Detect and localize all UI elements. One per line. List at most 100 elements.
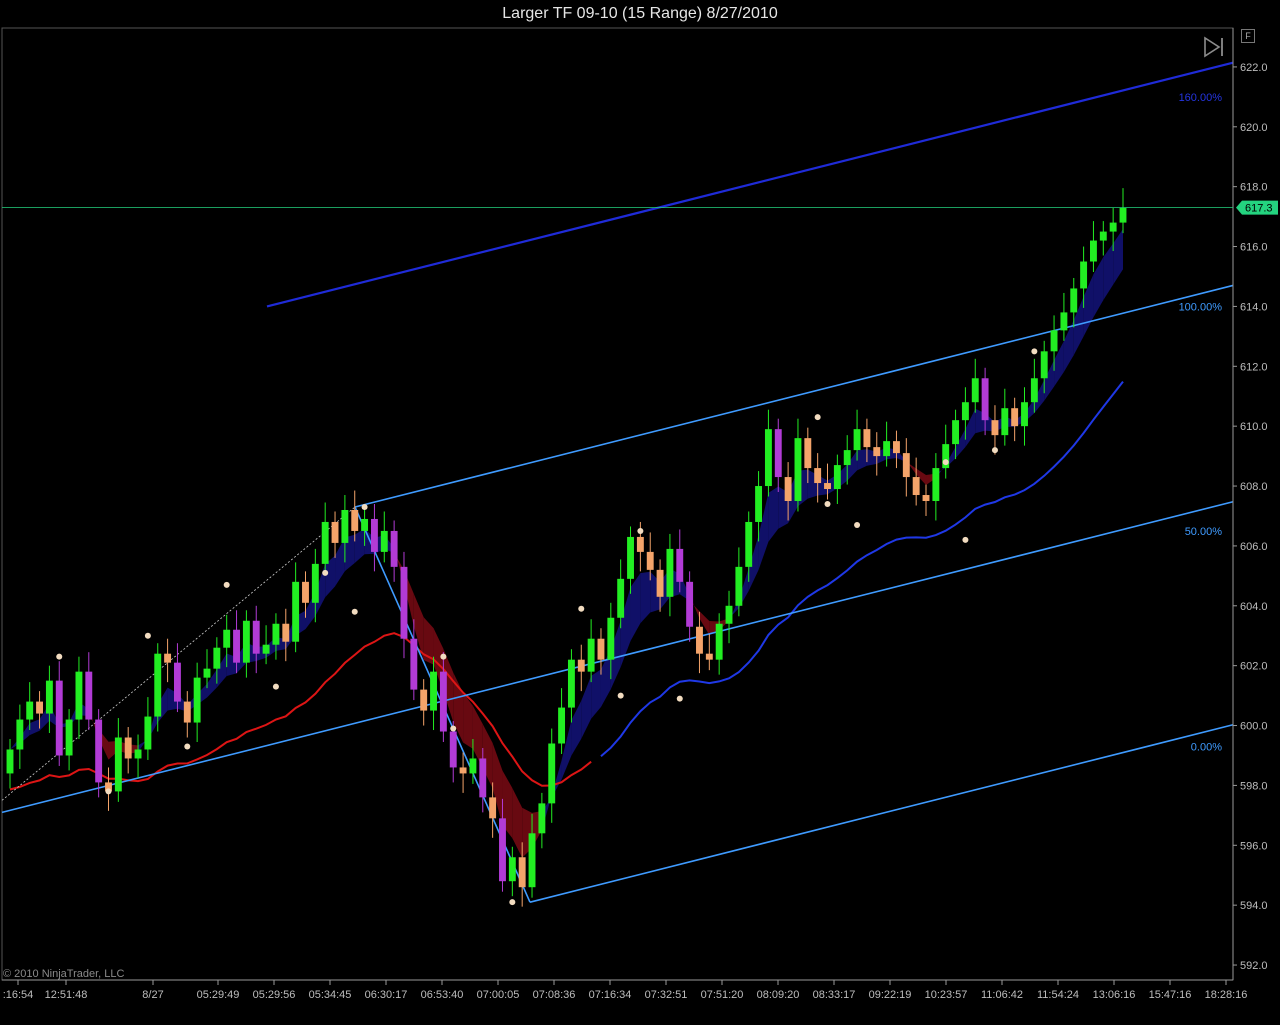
- candle-body: [912, 477, 920, 496]
- pivot-dots: [56, 348, 1038, 906]
- candle-body: [341, 509, 349, 543]
- candle[interactable]: [272, 613, 280, 660]
- candle-body: [518, 857, 526, 888]
- candle-body: [439, 671, 447, 732]
- candle-body: [1040, 351, 1048, 379]
- channel-0-line[interactable]: [529, 724, 1234, 903]
- candle[interactable]: [833, 454, 841, 504]
- pivot-dot: [578, 605, 585, 612]
- candle[interactable]: [164, 638, 172, 683]
- candle[interactable]: [1099, 221, 1107, 256]
- candle-body: [1070, 288, 1078, 313]
- x-tick-label: 06:53:40: [421, 989, 464, 1001]
- candle[interactable]: [932, 453, 940, 521]
- candle[interactable]: [242, 610, 250, 678]
- x-tick-label: 15:47:16: [1149, 989, 1192, 1001]
- candle[interactable]: [942, 424, 950, 479]
- candle[interactable]: [686, 571, 694, 642]
- price-chart[interactable]: 622.0 620.0 618.0 616.0 614.0 612.0 610.0 608.0…: [0, 0, 1280, 1025]
- candle[interactable]: [420, 679, 428, 726]
- candle-body: [6, 749, 14, 774]
- candle[interactable]: [400, 551, 408, 659]
- candle[interactable]: [538, 792, 546, 849]
- channel-100-line[interactable]: [354, 284, 1234, 508]
- candle[interactable]: [85, 652, 93, 731]
- candle[interactable]: [95, 709, 103, 798]
- y-tick-label: 622.0: [1240, 62, 1268, 74]
- candle[interactable]: [508, 846, 516, 897]
- channel-160-line[interactable]: [266, 61, 1234, 308]
- skip-forward-icon[interactable]: [1202, 36, 1226, 58]
- candle[interactable]: [774, 418, 782, 493]
- candle[interactable]: [16, 704, 24, 769]
- candle[interactable]: [666, 533, 674, 617]
- candle[interactable]: [124, 727, 132, 774]
- ribbon-segment: [335, 537, 345, 587]
- candle[interactable]: [922, 484, 930, 516]
- candle-body: [1080, 261, 1088, 289]
- y-tick-label: 598.0: [1240, 780, 1268, 792]
- candle-body: [1030, 378, 1038, 403]
- candle[interactable]: [55, 661, 63, 766]
- candle[interactable]: [873, 432, 881, 476]
- candle[interactable]: [1060, 292, 1068, 341]
- candle[interactable]: [587, 619, 595, 683]
- candle[interactable]: [331, 511, 339, 558]
- candle-body: [203, 668, 211, 678]
- candle[interactable]: [705, 634, 713, 671]
- candle[interactable]: [183, 691, 191, 738]
- candle[interactable]: [548, 728, 556, 823]
- candle-body: [1060, 312, 1068, 331]
- candle-body: [302, 581, 309, 603]
- candle[interactable]: [764, 409, 772, 497]
- pivot-dot: [440, 653, 447, 660]
- candle[interactable]: [893, 430, 900, 469]
- x-tick-label: 08:33:17: [813, 989, 856, 1001]
- candle[interactable]: [321, 502, 329, 575]
- candle[interactable]: [114, 718, 122, 802]
- candle[interactable]: [459, 752, 467, 793]
- candle[interactable]: [971, 358, 979, 413]
- candle[interactable]: [567, 649, 575, 723]
- candle[interactable]: [794, 418, 802, 512]
- candle[interactable]: [1021, 387, 1028, 446]
- candle-body: [567, 659, 575, 708]
- candle[interactable]: [627, 526, 634, 594]
- candle[interactable]: [6, 739, 14, 789]
- candle[interactable]: [134, 734, 142, 778]
- candle[interactable]: [75, 656, 83, 740]
- candle[interactable]: [370, 504, 378, 572]
- candle[interactable]: [902, 438, 910, 497]
- candle[interactable]: [282, 608, 290, 662]
- candle[interactable]: [1119, 188, 1127, 234]
- candle-body: [656, 569, 664, 597]
- candle[interactable]: [725, 590, 733, 644]
- candle[interactable]: [380, 511, 388, 563]
- axes: 622.0 620.0 618.0 616.0 614.0 612.0 610.0 608.0…: [2, 28, 1268, 1001]
- ribbon-segment: [630, 573, 641, 642]
- andrews-channel[interactable]: [1, 61, 1234, 903]
- candle[interactable]: [193, 662, 201, 742]
- format-button[interactable]: F: [1241, 29, 1255, 43]
- x-tick-label: 05:29:49: [197, 989, 240, 1001]
- candle[interactable]: [390, 520, 398, 582]
- pivot-dot: [824, 501, 831, 507]
- candle[interactable]: [1011, 397, 1019, 442]
- candle[interactable]: [558, 688, 566, 754]
- candle[interactable]: [1090, 221, 1097, 272]
- pivot-dot: [509, 899, 516, 906]
- candle-body: [715, 623, 723, 660]
- pivot-dot: [942, 459, 949, 466]
- pivot-dot: [676, 695, 683, 702]
- channel-50-line[interactable]: [1, 500, 1234, 814]
- candle[interactable]: [252, 605, 260, 674]
- candle[interactable]: [1001, 388, 1009, 446]
- plot-frame: [1, 27, 1234, 981]
- candle[interactable]: [577, 644, 585, 692]
- candle[interactable]: [292, 562, 300, 653]
- candle-body: [961, 402, 969, 421]
- candles[interactable]: [6, 188, 1127, 907]
- candle[interactable]: [912, 457, 920, 506]
- candle[interactable]: [144, 697, 152, 760]
- x-tick-label: 08:09:20: [757, 989, 800, 1001]
